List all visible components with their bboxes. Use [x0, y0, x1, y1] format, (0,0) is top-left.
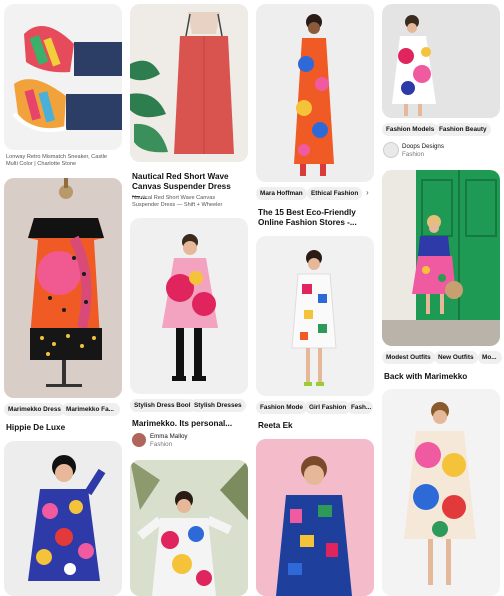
pin-title-hippie: Hippie De Luxe [6, 423, 66, 432]
fashion-models-image [392, 15, 436, 116]
tag-fashion-mode[interactable]: Fashion Mode [256, 401, 307, 414]
hippie-image [4, 178, 122, 398]
pin-image-green-door[interactable] [382, 170, 500, 346]
pin-image-big-floral[interactable] [382, 389, 500, 596]
nautical-image [130, 4, 248, 162]
pin-image-floral-woman[interactable] [4, 441, 122, 596]
geometric-image [291, 250, 337, 386]
pin-image-fashion-models[interactable] [382, 4, 500, 118]
pin-image-geometric[interactable] [256, 236, 374, 396]
pin-title-reeta: Reeta Ek [258, 421, 293, 430]
pin-desc-sneakers: Lonway Retro Mismatch Sneaker, Castle Mu… [6, 154, 108, 167]
tag-stylish-dress-book[interactable]: Stylish Dress Book [130, 399, 197, 412]
tag-fashion-models[interactable]: Fashion Models [382, 123, 439, 136]
pin-image-floral-long[interactable] [256, 4, 374, 182]
tag-modest-outfits[interactable]: Modest Outfits [382, 351, 435, 364]
pin-title-marimekko-personal: Marimekko. Its personal... [132, 419, 233, 428]
pin-image-sneakers[interactable] [4, 4, 122, 150]
pin-title-back-marimekko: Back with Marimekko [384, 372, 468, 381]
tag-fashion-beauty[interactable]: Fashion Beauty [435, 123, 491, 136]
tag-new-outfits[interactable]: New Outfits [434, 351, 478, 364]
pin-image-pink-bg[interactable] [256, 439, 374, 596]
tag-girl-fashion[interactable]: Girl Fashion [305, 401, 351, 414]
tag-mo[interactable]: Mo... [478, 351, 502, 364]
pin-image-nautical[interactable] [130, 4, 248, 162]
tag-fash[interactable]: Fash... [347, 401, 373, 414]
tag-ethical-fashion[interactable]: Ethical Fashion [307, 187, 363, 200]
sneakers-image [12, 26, 122, 133]
pin-image-outdoor[interactable] [130, 460, 248, 596]
outdoor-image [130, 460, 248, 596]
user-category: Fashion [402, 151, 425, 158]
pin-title-eco-friendly: The 15 Best Eco-Friendly Online Fashion … [258, 208, 357, 227]
pink-bg-image [256, 439, 374, 596]
marimekko-personal-image [162, 234, 218, 381]
tag-mara-hoffman[interactable]: Mara Hoffman [256, 187, 307, 200]
tag-stylish-dresses[interactable]: Stylish Dresses [190, 399, 246, 412]
tag-marimekko-fa[interactable]: Marimekko Fa... [62, 403, 120, 416]
user-name: Emma Malloy [150, 433, 188, 440]
user-category: Fashion [150, 441, 173, 448]
floral-woman-image [28, 455, 106, 581]
green-door-image [382, 170, 500, 346]
user-name: Doops Designs [402, 143, 444, 150]
pin-image-marimekko-personal[interactable] [130, 218, 248, 394]
avatar[interactable] [383, 142, 399, 158]
pin-image-hippie[interactable] [4, 178, 122, 398]
big-floral-image [404, 402, 476, 585]
tag-marimekko-dress[interactable]: Marimekko Dress [4, 403, 65, 416]
floral-long-image [294, 14, 334, 176]
pin-user-doops[interactable]: Doops Designs Fashion [402, 143, 444, 159]
pin-desc-nautical: Nautical Red Short Wave Canvas Suspender… [132, 195, 223, 208]
avatar[interactable] [132, 433, 146, 447]
chevron-right-icon[interactable]: › [366, 188, 369, 197]
pin-user-emma[interactable]: Emma Malloy Fashion [150, 433, 187, 449]
